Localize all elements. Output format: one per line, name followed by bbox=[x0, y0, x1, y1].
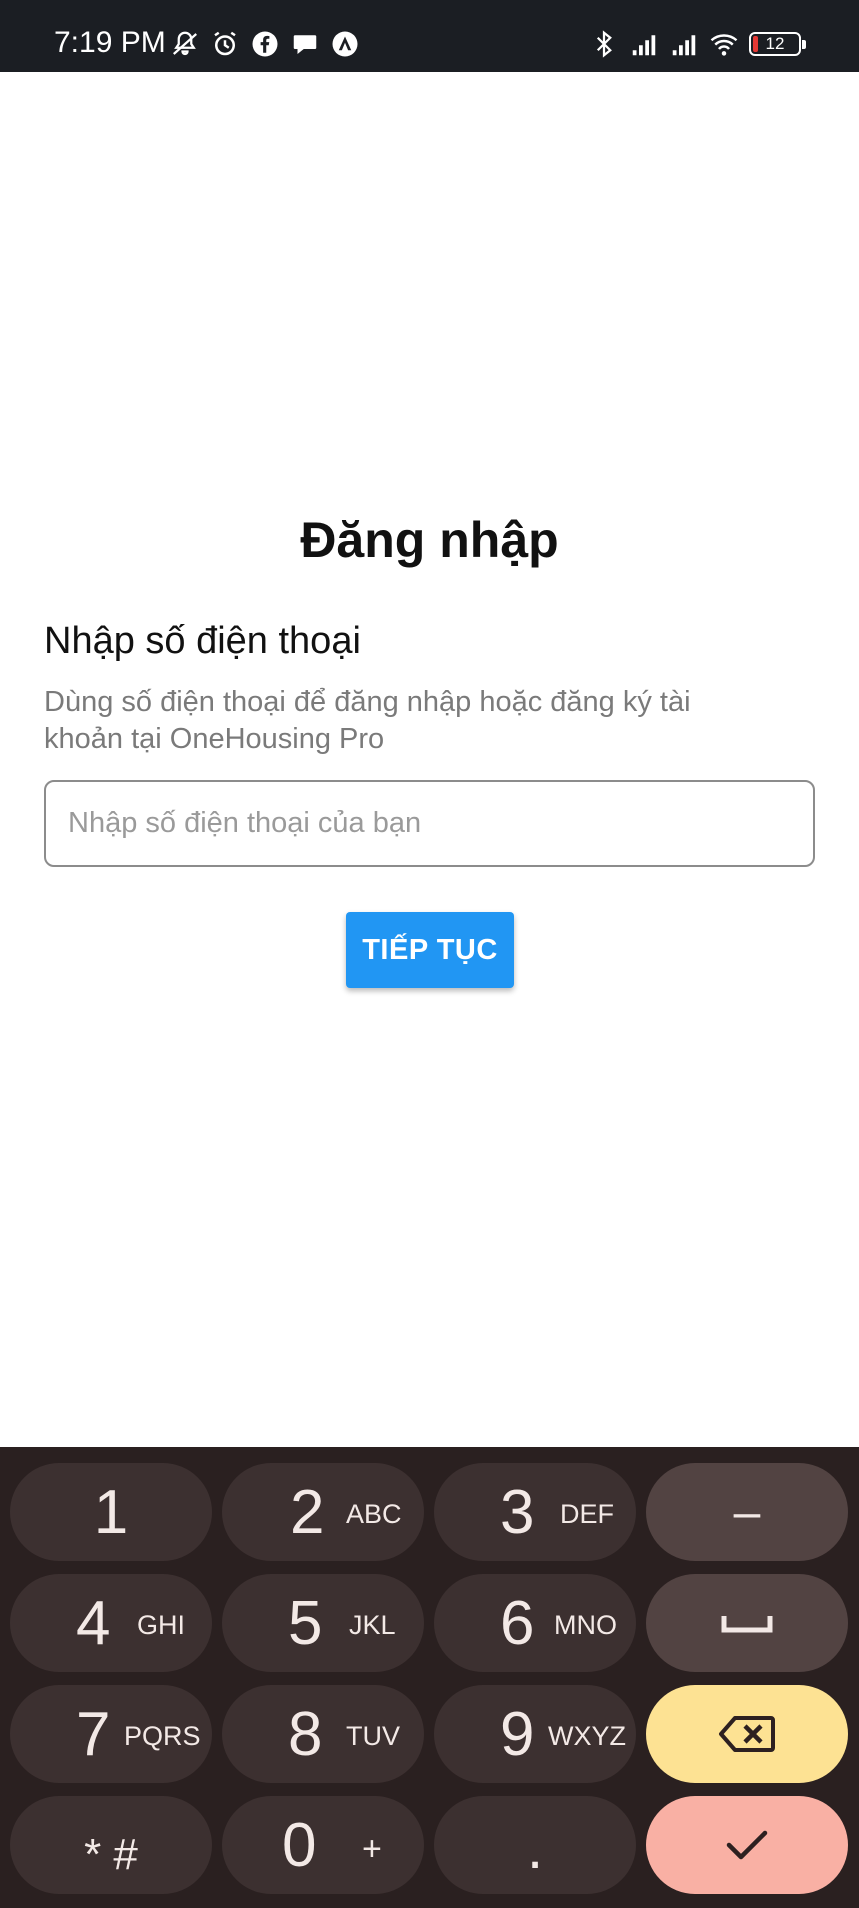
battery-fill bbox=[753, 36, 758, 52]
key-digit: 8 bbox=[288, 1700, 323, 1769]
key-9[interactable]: 9 WXYZ bbox=[434, 1685, 636, 1783]
status-bar: 7:19 PM 12 bbox=[0, 0, 859, 72]
phone-number-input[interactable] bbox=[44, 780, 815, 867]
key-minus[interactable]: – bbox=[646, 1463, 848, 1561]
alarm-icon bbox=[210, 29, 240, 59]
key-letters: DEF bbox=[560, 1499, 614, 1529]
key-symbol: – bbox=[733, 1486, 761, 1539]
bluetooth-icon bbox=[589, 29, 619, 59]
key-digit: 1 bbox=[93, 1478, 129, 1547]
key-symbol: . bbox=[526, 1816, 544, 1881]
key-letters: GHI bbox=[137, 1610, 186, 1640]
key-backspace[interactable] bbox=[646, 1685, 848, 1783]
wifi-icon bbox=[709, 29, 739, 59]
backspace-icon bbox=[719, 1716, 775, 1752]
key-digit: 0 bbox=[282, 1811, 317, 1880]
status-time: 7:19 PM bbox=[54, 26, 166, 59]
page-title: Đăng nhập bbox=[300, 512, 559, 568]
key-letters: PQRS bbox=[124, 1721, 201, 1751]
key-6[interactable]: 6 MNO bbox=[434, 1574, 636, 1672]
app-icon bbox=[330, 29, 360, 59]
key-1[interactable]: 1 bbox=[10, 1463, 212, 1561]
key-letters: ABC bbox=[346, 1499, 402, 1529]
continue-button[interactable]: TIẾP TỤC bbox=[346, 912, 514, 988]
key-digit: 2 bbox=[290, 1478, 325, 1547]
key-enter[interactable] bbox=[646, 1796, 848, 1894]
signal-icon bbox=[669, 29, 699, 59]
battery-icon: 12 bbox=[749, 32, 806, 56]
notification-icons bbox=[170, 28, 360, 60]
key-letters: JKL bbox=[349, 1610, 396, 1640]
key-2[interactable]: 2 ABC bbox=[222, 1463, 424, 1561]
key-letters: WXYZ bbox=[548, 1721, 626, 1751]
key-letters: MNO bbox=[554, 1610, 617, 1640]
key-letters: TUV bbox=[346, 1721, 400, 1751]
key-dot[interactable]: . bbox=[434, 1796, 636, 1894]
key-space[interactable] bbox=[646, 1574, 848, 1672]
key-8[interactable]: 8 TUV bbox=[222, 1685, 424, 1783]
space-icon bbox=[721, 1616, 773, 1633]
key-symbol: * # bbox=[84, 1830, 138, 1879]
key-star-hash[interactable]: * # bbox=[10, 1796, 212, 1894]
key-digit: 4 bbox=[76, 1589, 111, 1658]
key-5[interactable]: 5 JKL bbox=[222, 1574, 424, 1672]
key-digit: 9 bbox=[500, 1700, 535, 1769]
key-digit: 7 bbox=[76, 1700, 111, 1769]
key-letters: + bbox=[362, 1830, 382, 1868]
phone-heading: Nhập số điện thoại bbox=[44, 620, 361, 662]
phone-description: Dùng số điện thoại để đăng nhập hoặc đăn… bbox=[44, 686, 691, 755]
check-icon bbox=[726, 1830, 768, 1860]
numeric-keyboard: 1 2 ABC 3 DEF – 4 GHI 5 JKL 6 MNO 7 PQRS… bbox=[0, 1447, 859, 1908]
key-digit: 5 bbox=[288, 1589, 323, 1658]
system-icons: 12 bbox=[589, 28, 806, 60]
mute-icon bbox=[170, 29, 200, 59]
key-digit: 3 bbox=[500, 1478, 535, 1547]
key-7[interactable]: 7 PQRS bbox=[10, 1685, 212, 1783]
facebook-icon bbox=[250, 29, 280, 59]
key-3[interactable]: 3 DEF bbox=[434, 1463, 636, 1561]
signal-icon bbox=[629, 29, 659, 59]
key-0[interactable]: 0 + bbox=[222, 1796, 424, 1894]
key-4[interactable]: 4 GHI bbox=[10, 1574, 212, 1672]
battery-level: 12 bbox=[765, 34, 785, 53]
chat-icon bbox=[290, 29, 320, 59]
key-digit: 6 bbox=[500, 1589, 535, 1658]
